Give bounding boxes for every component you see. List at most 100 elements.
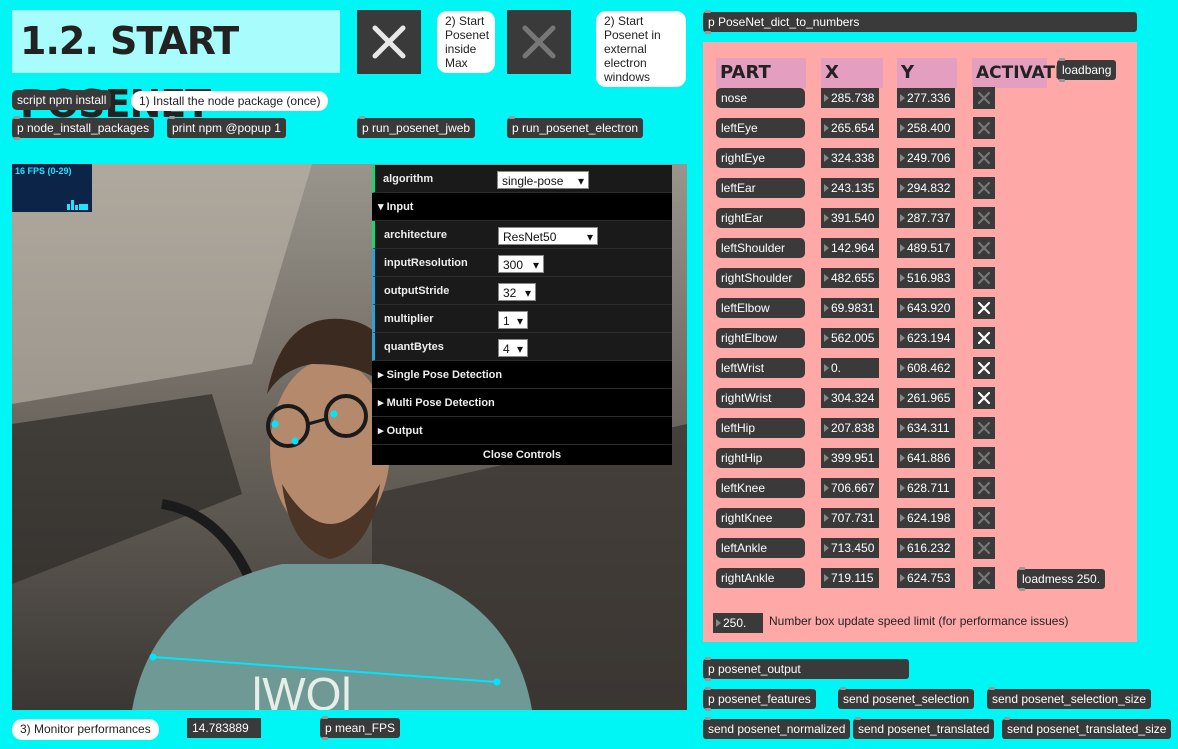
x-number-box[interactable]: 713.450 bbox=[821, 538, 879, 558]
part-button-rightKnee[interactable]: rightKnee bbox=[716, 508, 805, 528]
activate-toggle[interactable] bbox=[973, 477, 995, 499]
part-button-leftElbow[interactable]: leftElbow bbox=[716, 298, 805, 318]
start-inside-max-toggle[interactable] bbox=[357, 10, 421, 74]
activate-toggle[interactable] bbox=[973, 177, 995, 199]
activate-toggle[interactable] bbox=[973, 447, 995, 469]
fps-number-box[interactable]: 14.783889 bbox=[187, 718, 261, 738]
y-number-box[interactable]: 489.517 bbox=[897, 238, 955, 258]
mean-fps-object[interactable]: p mean_FPS bbox=[320, 716, 401, 740]
activate-toggle[interactable] bbox=[973, 147, 995, 169]
x-number-box[interactable]: 142.964 bbox=[821, 238, 879, 258]
part-button-leftWrist[interactable]: leftWrist bbox=[716, 358, 805, 378]
activate-toggle[interactable] bbox=[973, 507, 995, 529]
multiplier-select[interactable]: 1 ▾ bbox=[498, 311, 528, 329]
y-number-box[interactable]: 277.336 bbox=[897, 88, 955, 108]
x-number-box[interactable]: 324.338 bbox=[821, 148, 879, 168]
part-button-rightElbow[interactable]: rightElbow bbox=[716, 328, 805, 348]
x-number-box[interactable]: 391.540 bbox=[821, 208, 879, 228]
part-button-leftShoulder[interactable]: leftShoulder bbox=[716, 238, 805, 258]
speed-limit-number-box[interactable]: 250. bbox=[713, 613, 763, 633]
loadmess-object[interactable]: loadmess 250. bbox=[1017, 567, 1106, 591]
part-button-leftHip[interactable]: leftHip bbox=[716, 418, 805, 438]
algorithm-select[interactable]: single-pose ▾ bbox=[497, 171, 589, 189]
x-number-box[interactable]: 0. bbox=[821, 358, 879, 378]
part-button-nose[interactable]: nose bbox=[716, 88, 805, 108]
x-number-box[interactable]: 399.951 bbox=[821, 448, 879, 468]
y-number-box[interactable]: 516.983 bbox=[897, 268, 955, 288]
activate-toggle[interactable] bbox=[973, 537, 995, 559]
x-number-box[interactable]: 707.731 bbox=[821, 508, 879, 528]
x-number-box[interactable]: 265.654 bbox=[821, 118, 879, 138]
y-number-box[interactable]: 616.232 bbox=[897, 538, 955, 558]
x-number-box[interactable]: 207.838 bbox=[821, 418, 879, 438]
part-button-leftAnkle[interactable]: leftAnkle bbox=[716, 538, 805, 558]
part-button-rightEye[interactable]: rightEye bbox=[716, 148, 805, 168]
x-number-box[interactable]: 243.135 bbox=[821, 178, 879, 198]
part-button-rightEar[interactable]: rightEar bbox=[716, 208, 805, 228]
activate-toggle[interactable] bbox=[973, 267, 995, 289]
activate-toggle[interactable] bbox=[973, 567, 995, 589]
output-folder[interactable]: ▸ Output bbox=[372, 417, 672, 445]
part-button-leftEye[interactable]: leftEye bbox=[716, 118, 805, 138]
y-number-box[interactable]: 623.194 bbox=[897, 328, 955, 348]
x-number-box[interactable]: 69.9831 bbox=[821, 298, 879, 318]
input-resolution-select[interactable]: 300 ▾ bbox=[498, 255, 544, 273]
print-npm-object[interactable]: print npm @popup 1 bbox=[167, 116, 286, 138]
y-number-box[interactable]: 287.737 bbox=[897, 208, 955, 228]
close-controls-button[interactable]: Close Controls bbox=[372, 445, 672, 465]
part-button-rightWrist[interactable]: rightWrist bbox=[716, 388, 805, 408]
posenet-dict-to-numbers-object[interactable]: p PoseNet_dict_to_numbers bbox=[703, 10, 1137, 34]
start-electron-toggle[interactable] bbox=[507, 10, 571, 74]
activate-toggle[interactable] bbox=[973, 237, 995, 259]
part-button-leftEar[interactable]: leftEar bbox=[716, 178, 805, 198]
y-number-box[interactable]: 641.886 bbox=[897, 448, 955, 468]
activate-toggle[interactable] bbox=[973, 117, 995, 139]
loadbang-object[interactable]: loadbang bbox=[1057, 58, 1117, 82]
activate-toggle[interactable] bbox=[973, 357, 995, 379]
send-posenet-normalized-object[interactable]: send posenet_normalized bbox=[703, 717, 851, 739]
output-stride-select[interactable]: 32 ▾ bbox=[498, 283, 536, 301]
activate-toggle[interactable] bbox=[973, 417, 995, 439]
object-label: send posenet_selection bbox=[843, 692, 970, 706]
part-button-rightAnkle[interactable]: rightAnkle bbox=[716, 568, 805, 588]
input-folder[interactable]: ▾ Input bbox=[372, 193, 672, 221]
y-number-box[interactable]: 624.198 bbox=[897, 508, 955, 528]
x-number-box[interactable]: 304.324 bbox=[821, 388, 879, 408]
y-number-box[interactable]: 608.462 bbox=[897, 358, 955, 378]
y-number-box[interactable]: 624.753 bbox=[897, 568, 955, 588]
posenet-features-object[interactable]: p posenet_features bbox=[703, 687, 816, 711]
x-number-box[interactable]: 482.655 bbox=[821, 268, 879, 288]
y-number-box[interactable]: 261.965 bbox=[897, 388, 955, 408]
run-posenet-electron-object[interactable]: p run_posenet_electron bbox=[507, 116, 644, 138]
send-posenet-translated-size-object[interactable]: send posenet_translated_size bbox=[1002, 717, 1172, 739]
architecture-select[interactable]: ResNet50 ▾ bbox=[498, 227, 598, 245]
y-number-box[interactable]: 643.920 bbox=[897, 298, 955, 318]
single-pose-folder[interactable]: ▸ Single Pose Detection bbox=[372, 361, 672, 389]
x-number-box[interactable]: 562.005 bbox=[821, 328, 879, 348]
activate-toggle[interactable] bbox=[973, 207, 995, 229]
y-number-box[interactable]: 294.832 bbox=[897, 178, 955, 198]
multi-pose-folder[interactable]: ▸ Multi Pose Detection bbox=[372, 389, 672, 417]
activate-toggle[interactable] bbox=[973, 87, 995, 109]
part-button-leftKnee[interactable]: leftKnee bbox=[716, 478, 805, 498]
part-button-rightHip[interactable]: rightHip bbox=[716, 448, 805, 468]
send-posenet-translated-object[interactable]: send posenet_translated bbox=[853, 717, 995, 739]
send-posenet-selection-size-object[interactable]: send posenet_selection_size bbox=[987, 687, 1152, 709]
node-install-packages-object[interactable]: p node_install_packages bbox=[12, 116, 155, 140]
part-button-rightShoulder[interactable]: rightShoulder bbox=[716, 268, 805, 288]
y-number-box[interactable]: 634.311 bbox=[897, 418, 955, 438]
quant-bytes-select[interactable]: 4 ▾ bbox=[498, 339, 528, 357]
activate-toggle[interactable] bbox=[973, 387, 995, 409]
send-posenet-selection-object[interactable]: send posenet_selection bbox=[838, 687, 975, 709]
x-number-box[interactable]: 719.115 bbox=[821, 568, 879, 588]
y-number-box[interactable]: 628.711 bbox=[897, 478, 955, 498]
activate-toggle[interactable] bbox=[973, 297, 995, 319]
x-number-box[interactable]: 706.667 bbox=[821, 478, 879, 498]
y-number-box[interactable]: 249.706 bbox=[897, 148, 955, 168]
x-number-box[interactable]: 285.738 bbox=[821, 88, 879, 108]
activate-toggle[interactable] bbox=[973, 327, 995, 349]
script-npm-install-message[interactable]: script npm install bbox=[12, 90, 112, 110]
y-number-box[interactable]: 258.400 bbox=[897, 118, 955, 138]
run-posenet-jweb-object[interactable]: p run_posenet_jweb bbox=[357, 116, 476, 138]
posenet-output-object[interactable]: p posenet_output bbox=[703, 657, 909, 681]
